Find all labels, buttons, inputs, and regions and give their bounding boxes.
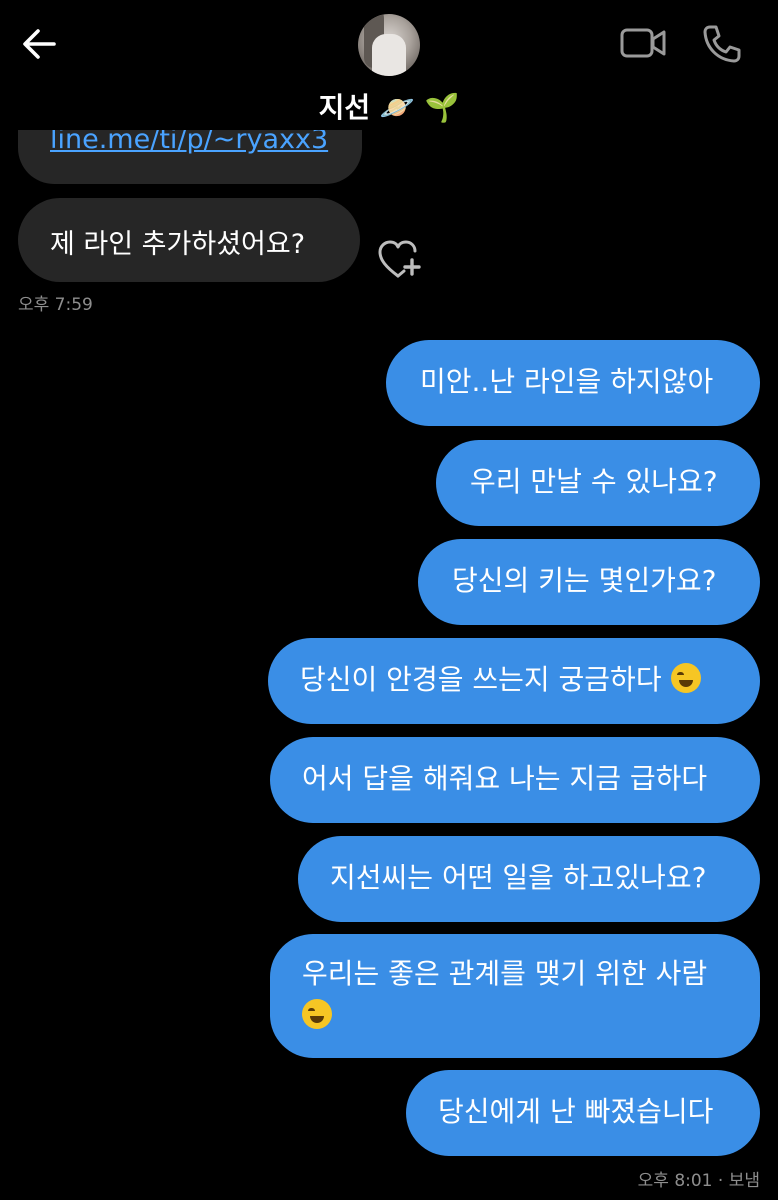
chat-header: 지선 🪐 🌱 — [0, 0, 778, 130]
heart-plus-icon[interactable] — [378, 240, 422, 280]
outgoing-message[interactable]: 어서 답을 해줘요 나는 지금 급하다 — [270, 737, 760, 823]
phone-icon[interactable] — [702, 24, 742, 64]
incoming-message-text: 제 라인 추가하셨어요? — [50, 229, 306, 260]
outgoing-message-text: 당신의 키는 몇인가요? — [452, 564, 717, 597]
grinning-squinting-face-emoji — [670, 663, 701, 693]
sent-status: 오후 8:01 · 보냄 — [637, 1171, 760, 1191]
video-camera-icon[interactable] — [620, 26, 666, 60]
outgoing-message-text: 당신이 안경을 쓰는지 궁금하다 — [300, 663, 662, 696]
incoming-message[interactable]: 제 라인 추가하셨어요? — [18, 198, 360, 282]
outgoing-message[interactable]: 당신이 안경을 쓰는지 궁금하다 — [268, 638, 760, 724]
avatar-shirt — [372, 34, 406, 76]
contact-name[interactable]: 지선 🪐 🌱 — [0, 86, 778, 126]
outgoing-message-text: 우리는 좋은 관계를 맺기 위한 사람 — [302, 957, 708, 990]
outgoing-message[interactable]: 미안..난 라인을 하지않아 — [386, 340, 760, 426]
outgoing-message[interactable]: 우리 만날 수 있나요? — [436, 440, 760, 526]
avatar[interactable] — [358, 14, 420, 76]
outgoing-message-text: 우리 만날 수 있나요? — [470, 465, 718, 498]
incoming-timestamp: 오후 7:59 — [18, 295, 93, 315]
arrow-left-icon[interactable] — [18, 22, 62, 66]
face-with-tears-of-joy-emoji — [302, 998, 332, 1029]
outgoing-message-text: 미안..난 라인을 하지않아 — [420, 365, 714, 398]
outgoing-message[interactable]: 지선씨는 어떤 일을 하고있나요? — [298, 836, 760, 922]
outgoing-message-text: 지선씨는 어떤 일을 하고있나요? — [330, 861, 707, 894]
outgoing-message[interactable]: 당신에게 난 빠졌습니다 — [406, 1070, 760, 1156]
outgoing-message-text: 어서 답을 해줘요 나는 지금 급하다 — [302, 762, 708, 795]
outgoing-message-text: 당신에게 난 빠졌습니다 — [438, 1095, 714, 1128]
outgoing-message[interactable]: 우리는 좋은 관계를 맺기 위한 사람 — [270, 934, 760, 1058]
outgoing-message[interactable]: 당신의 키는 몇인가요? — [418, 539, 760, 625]
